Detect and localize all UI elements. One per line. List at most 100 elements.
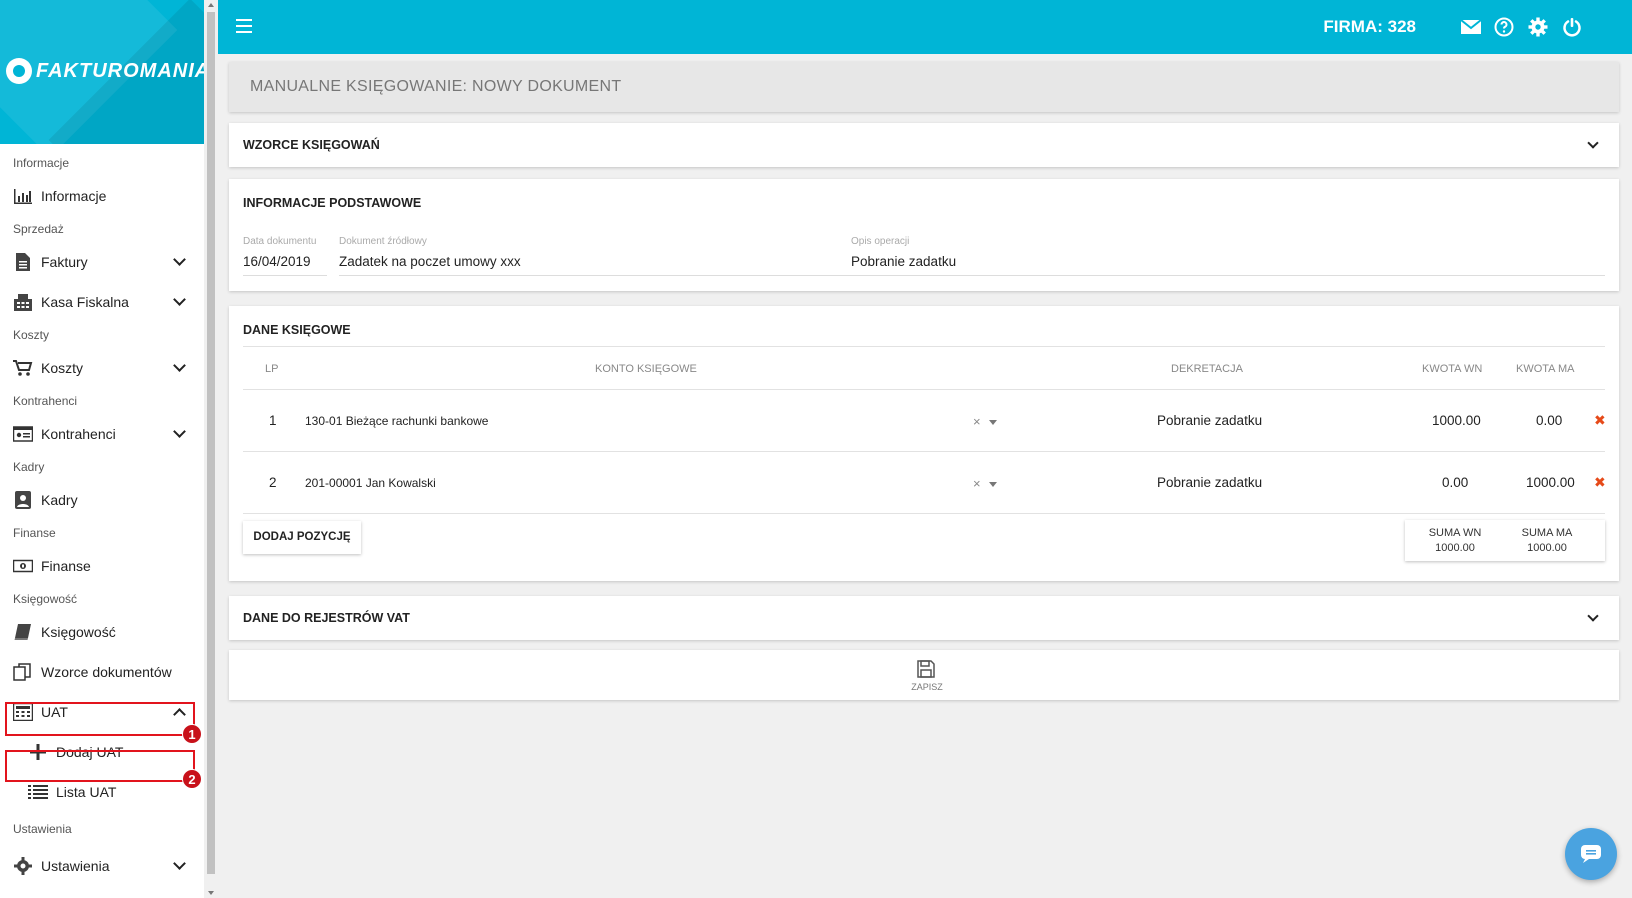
column-header-kwota-wn: KWOTA WN (1422, 363, 1483, 375)
sidebar-item-label: Księgowość (41, 624, 116, 640)
chevron-down-icon[interactable] (1587, 137, 1599, 149)
sidebar-item-ksiegowosc[interactable]: Księgowość (0, 612, 204, 652)
sidebar-item-finanse[interactable]: Finanse (0, 546, 204, 586)
dane-header: DANE KSIĘGOWE (243, 323, 351, 337)
scroll-down-arrow-icon[interactable] (208, 891, 214, 895)
row-2-kwota-ma[interactable]: 1000.00 (1526, 475, 1575, 490)
sidebar-scrollbar[interactable] (204, 0, 218, 898)
sidebar-item-kasa-fiskalna[interactable]: Kasa Fiskalna (0, 282, 204, 322)
section-label-finanse: Finanse (13, 526, 56, 540)
hamburger-menu-icon[interactable] (236, 19, 252, 33)
sidebar-item-koszty[interactable]: Koszty (0, 348, 204, 388)
step-badge-2: 2 (182, 769, 202, 789)
user-badge-icon (15, 491, 31, 509)
column-header-dekretacja: DEKRETACJA (1171, 363, 1243, 375)
sidebar-item-label: Wzorce dokumentów (41, 664, 172, 680)
save-button[interactable]: ZAPISZ (907, 682, 947, 692)
sidebar-item-ustawienia[interactable]: Ustawienia (0, 846, 204, 886)
sidebar-item-kadry[interactable]: Kadry (0, 480, 204, 520)
section-label-sprzedaz: Sprzedaż (13, 222, 64, 236)
section-label-kontrahenci: Kontrahenci (13, 394, 78, 408)
dane-rejestrow-vat-panel[interactable]: DANE DO REJESTRÓW VAT (229, 596, 1619, 640)
row-2-dekretacja[interactable]: Pobranie zadatku (1157, 475, 1262, 490)
sidebar-item-wzorce-dokumentow[interactable]: Wzorce dokumentów (0, 652, 204, 692)
row-2-kwota-wn[interactable]: 0.00 (1442, 475, 1468, 490)
chevron-down-icon[interactable] (1587, 610, 1599, 622)
id-card-icon (13, 426, 33, 442)
suma-wn-label: SUMA WN (1428, 527, 1482, 539)
money-icon (13, 559, 33, 573)
list-icon (28, 785, 48, 799)
sidebar-item-kontrahenci[interactable]: Kontrahenci (0, 414, 204, 454)
chat-button[interactable] (1565, 828, 1617, 880)
highlight-dodaj-uat (5, 750, 195, 782)
row-2-konto-select[interactable]: 201-00001 Jan Kowalski (305, 476, 436, 490)
sidebar-item-label: Faktury (41, 254, 88, 270)
suma-wn-value: 1000.00 (1435, 542, 1475, 554)
bar-chart-icon (14, 189, 32, 204)
cash-register-icon (14, 294, 32, 311)
sidebar-item-label: Kasa Fiskalna (41, 294, 129, 310)
chevron-down-icon (173, 359, 186, 372)
sidebar-item-faktury[interactable]: Faktury (0, 242, 204, 282)
column-header-konto: KONTO KSIĘGOWE (595, 363, 697, 375)
mail-icon[interactable] (1460, 17, 1482, 37)
book-icon (14, 624, 31, 640)
suma-ma-label: SUMA MA (1521, 527, 1573, 539)
row-1-kwota-wn[interactable]: 1000.00 (1432, 413, 1481, 428)
delete-row-icon[interactable]: ✖ (1594, 412, 1606, 429)
scrollbar-thumb[interactable] (207, 12, 215, 874)
data-dokumentu-field[interactable]: 16/04/2019 (243, 254, 311, 269)
chevron-down-icon (173, 425, 186, 438)
dokument-zrodlowy-label: Dokument źródłowy (339, 236, 427, 247)
save-icon[interactable] (917, 660, 935, 678)
document-icon (16, 253, 30, 271)
scroll-up-arrow-icon[interactable] (208, 3, 214, 7)
dokument-zrodlowy-field[interactable]: Zadatek na poczet umowy xxx (339, 254, 521, 269)
wzorce-header: WZORCE KSIĘGOWAŃ (243, 138, 380, 152)
sidebar-item-informacje[interactable]: Informacje (0, 176, 204, 216)
chat-icon (1581, 845, 1601, 863)
firma-label[interactable]: FIRMA: 328 (1323, 17, 1416, 37)
logo-text: FAKTUROMANIA (36, 59, 204, 82)
settings-gear-icon[interactable] (1528, 17, 1548, 37)
section-label-kadry: Kadry (13, 460, 45, 474)
logo-area[interactable]: FAKTUROMANIA (0, 0, 204, 144)
sidebar-item-label: Kontrahenci (41, 426, 116, 442)
caret-down-icon[interactable] (989, 420, 997, 425)
sidebar-item-label: Ustawienia (41, 858, 110, 874)
cart-icon (13, 360, 33, 376)
suma-wn: SUMA WN 1000.00 (1405, 526, 1505, 556)
logo-icon (6, 58, 32, 84)
sidebar: FAKTUROMANIA Informacje Informacje Sprze… (0, 0, 204, 898)
step-badge-1: 1 (182, 724, 202, 744)
vat-header: DANE DO REJESTRÓW VAT (243, 611, 410, 625)
chevron-down-icon (173, 253, 186, 266)
row-2-lp: 2 (269, 475, 277, 490)
logo[interactable]: FAKTUROMANIA (6, 58, 204, 84)
row-1-kwota-ma[interactable]: 0.00 (1536, 413, 1562, 428)
clear-icon[interactable]: × (973, 414, 981, 429)
save-bar: ZAPISZ (229, 650, 1619, 700)
row-1-konto-select[interactable]: 130-01 Bieżące rachunki bankowe (305, 414, 488, 428)
delete-row-icon[interactable]: ✖ (1594, 474, 1606, 491)
page-title-bar: MANUALNE KSIĘGOWANIE: NOWY DOKUMENT (229, 62, 1619, 112)
row-1-dekretacja[interactable]: Pobranie zadatku (1157, 413, 1262, 428)
section-label-informacje: Informacje (13, 156, 70, 170)
dodaj-pozycje-button[interactable]: DODAJ POZYCJĘ (243, 521, 361, 554)
clear-icon[interactable]: × (973, 476, 981, 491)
suma-ma: SUMA MA 1000.00 (1497, 526, 1597, 556)
power-icon[interactable] (1562, 17, 1582, 37)
sidebar-item-label: Kadry (41, 492, 78, 508)
opis-operacji-field[interactable]: Pobranie zadatku (851, 254, 956, 269)
help-icon[interactable] (1494, 17, 1514, 37)
informacje-podstawowe-panel: INFORMACJE PODSTAWOWE Data dokumentu 16/… (229, 179, 1619, 291)
sidebar-item-label: Koszty (41, 360, 84, 376)
chevron-down-icon (173, 857, 186, 870)
caret-down-icon[interactable] (989, 482, 997, 487)
column-header-lp: LP (265, 363, 279, 375)
gear-icon (14, 857, 32, 875)
data-dokumentu-label: Data dokumentu (243, 236, 317, 247)
wzorce-ksiegowan-panel[interactable]: WZORCE KSIĘGOWAŃ (229, 123, 1619, 167)
opis-operacji-label: Opis operacji (851, 236, 910, 247)
